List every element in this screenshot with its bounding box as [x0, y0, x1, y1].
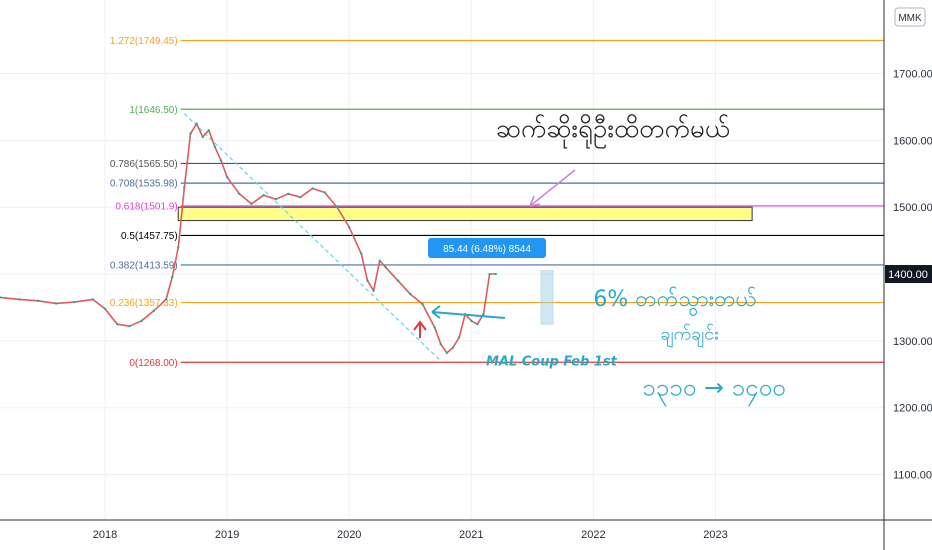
left-arrow-icon	[431, 305, 506, 319]
price-point	[378, 259, 381, 262]
price-series-line-0	[0, 122, 496, 354]
price-point	[451, 346, 455, 349]
price-point	[250, 202, 253, 206]
price-point	[274, 197, 278, 201]
x-tick-label: 2020	[337, 529, 361, 541]
trend-line-dashed	[183, 113, 442, 362]
price-point	[360, 252, 363, 256]
x-tick-label: 2021	[459, 529, 483, 541]
price-point	[177, 246, 180, 249]
price-point	[396, 279, 400, 282]
trend-line	[183, 113, 442, 362]
price-point	[494, 272, 497, 276]
price-point	[18, 298, 21, 301]
price-point	[152, 309, 156, 312]
price-point	[91, 298, 94, 301]
fib-level-label: 0(1268.00)	[129, 358, 177, 369]
price-point	[36, 299, 40, 302]
price-point	[128, 324, 131, 328]
annotation-text: ဆက်ဆိုးရိုဦးထိတက်မယ်	[496, 113, 731, 149]
x-tick-label: 2018	[93, 529, 117, 541]
fib-level-label: 0.382(1413.59)	[110, 260, 178, 271]
price-point	[213, 145, 217, 149]
price-point	[457, 336, 461, 339]
price-point	[170, 276, 174, 279]
price-point	[54, 302, 58, 305]
price-point	[195, 122, 198, 125]
fib-level-label: 0.5(1457.75)	[121, 231, 178, 242]
price-point	[189, 132, 192, 135]
price-point	[183, 185, 186, 189]
y-tick-label: 1300.00	[893, 336, 932, 348]
price-point	[140, 319, 143, 323]
fib-level-label: 0.236(1357.33)	[110, 298, 178, 309]
x-tick-label: 2022	[581, 529, 605, 541]
price-point	[366, 279, 369, 282]
price-point	[116, 322, 119, 326]
highlight-zone-rect	[177, 206, 753, 222]
price-point	[445, 351, 449, 355]
fib-level-label: 1.272(1749.45)	[110, 36, 178, 47]
price-point	[433, 326, 436, 329]
fib-level-label: 1(1646.50)	[129, 105, 177, 116]
annotation-text: MAL Coup Feb 1st	[486, 355, 618, 370]
x-tick-label: 2019	[215, 529, 239, 541]
price-point	[348, 226, 351, 229]
pointer-arrow-icon	[529, 169, 576, 207]
annotation-text: ၁၃၁၀ → ၁၄၀၀	[642, 374, 785, 407]
price-point	[372, 289, 375, 292]
price-point	[335, 205, 339, 209]
fib-level-label: 0.618(1501.9)	[115, 201, 177, 212]
price-point	[201, 135, 204, 139]
price-point	[164, 298, 168, 301]
axes: 1100.00 1200.00 1300.00 1400.00 1500.00 1600.…	[0, 0, 932, 550]
fib-level-label: 0.786(1565.50)	[110, 159, 178, 170]
price-point	[384, 266, 388, 269]
price-point	[439, 343, 442, 346]
price-point	[323, 191, 326, 194]
y-tick-label: 1100.00	[893, 470, 932, 482]
y-tick-label: 1200.00	[893, 403, 932, 415]
price-point	[482, 312, 485, 316]
price-point	[207, 129, 210, 132]
price-point	[286, 192, 290, 196]
annotation-text: 6% တက်သွားတယ်	[593, 286, 757, 317]
annotation-text: ချက်ချင်း	[661, 324, 719, 348]
price-point	[299, 195, 302, 199]
y-tick-label: 1700.00	[893, 69, 932, 81]
y-tick-label: 1500.00	[893, 202, 932, 214]
price-point	[262, 193, 265, 197]
measure-box	[540, 270, 554, 325]
up-arrow-icon	[413, 320, 427, 338]
highlight-zone	[177, 206, 753, 222]
price-point	[488, 272, 491, 276]
price-point	[470, 319, 473, 323]
price-point	[421, 302, 424, 306]
price-point	[225, 175, 229, 179]
price-series	[0, 122, 497, 355]
price-point	[73, 300, 76, 304]
price-chart: 1.272(1749.45) 1(1646.50) 0.786(1565.50) 0.…	[0, 0, 932, 550]
price-point	[219, 159, 223, 162]
price-point	[409, 292, 412, 296]
measure-tooltip-text: 85.44 (6.48%) 8544	[443, 244, 531, 255]
measure-tool: 85.44 (6.48%) 8544	[428, 238, 554, 325]
current-price-label: 1400.00	[888, 269, 928, 281]
y-tick-label: 1600.00	[893, 135, 932, 147]
price-point	[103, 307, 107, 310]
x-tick-label: 2023	[703, 529, 727, 541]
price-point	[476, 322, 479, 326]
price-point	[311, 187, 314, 190]
fib-level-label: 0.708(1535.98)	[110, 179, 178, 190]
price-point	[238, 192, 241, 196]
fibonacci-levels: 1.272(1749.45) 1(1646.50) 0.786(1565.50) 0.…	[110, 36, 884, 369]
currency-badge-label: MMK	[898, 13, 922, 24]
